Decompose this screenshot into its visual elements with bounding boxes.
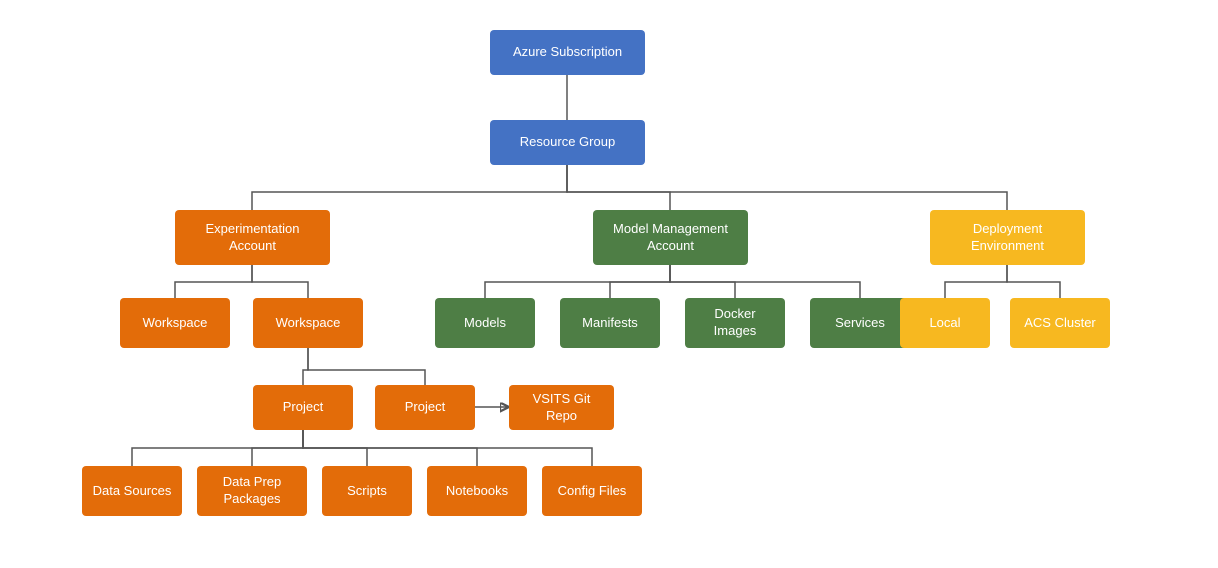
workspace2-node: Workspace: [253, 298, 363, 348]
manifests-node: Manifests: [560, 298, 660, 348]
project2-node: Project: [375, 385, 475, 430]
docker-images-node: Docker Images: [685, 298, 785, 348]
experimentation-account-node: Experimentation Account: [175, 210, 330, 265]
scripts-node: Scripts: [322, 466, 412, 516]
acs-cluster-node: ACS Cluster: [1010, 298, 1110, 348]
notebooks-node: Notebooks: [427, 466, 527, 516]
resource-group-node: Resource Group: [490, 120, 645, 165]
services-node: Services: [810, 298, 910, 348]
config-files-node: Config Files: [542, 466, 642, 516]
diagram: Azure Subscription Resource Group Experi…: [0, 0, 1218, 568]
data-prep-packages-node: Data Prep Packages: [197, 466, 307, 516]
workspace1-node: Workspace: [120, 298, 230, 348]
project1-node: Project: [253, 385, 353, 430]
data-sources-node: Data Sources: [82, 466, 182, 516]
deployment-environment-node: Deployment Environment: [930, 210, 1085, 265]
vsits-git-repo-node: VSITS Git Repo: [509, 385, 614, 430]
local-node: Local: [900, 298, 990, 348]
models-node: Models: [435, 298, 535, 348]
azure-subscription-node: Azure Subscription: [490, 30, 645, 75]
model-management-account-node: Model Management Account: [593, 210, 748, 265]
